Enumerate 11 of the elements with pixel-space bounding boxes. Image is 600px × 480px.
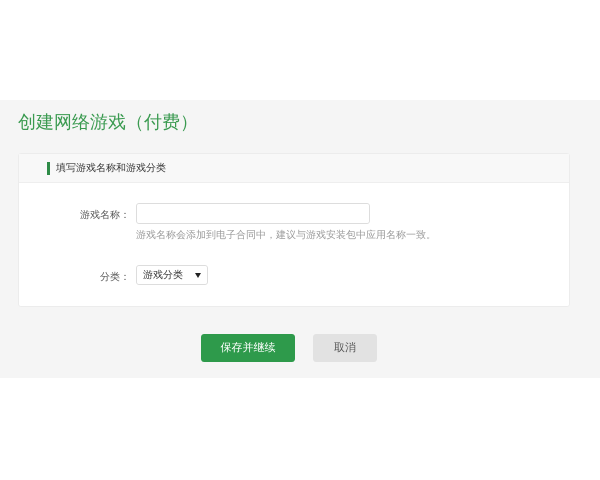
game-name-input[interactable] [136,203,370,224]
field-label: 游戏名称： [80,208,130,223]
dropdown-triangle-icon [195,272,201,278]
category-select[interactable]: 游戏分类 [136,265,208,285]
field-label: 分类： [100,270,130,285]
cancel-button[interactable]: 取消 [313,334,377,362]
accent-bar [47,162,50,174]
save-continue-button[interactable]: 保存并继续 [201,334,295,362]
hint-text: 游戏名称会添加到电子合同中，建议与游戏安装包中应用名称一致。 [136,228,436,243]
page-title: 创建网络游戏（付费） [18,111,198,135]
section-title: 填写游戏名称和游戏分类 [56,162,166,176]
